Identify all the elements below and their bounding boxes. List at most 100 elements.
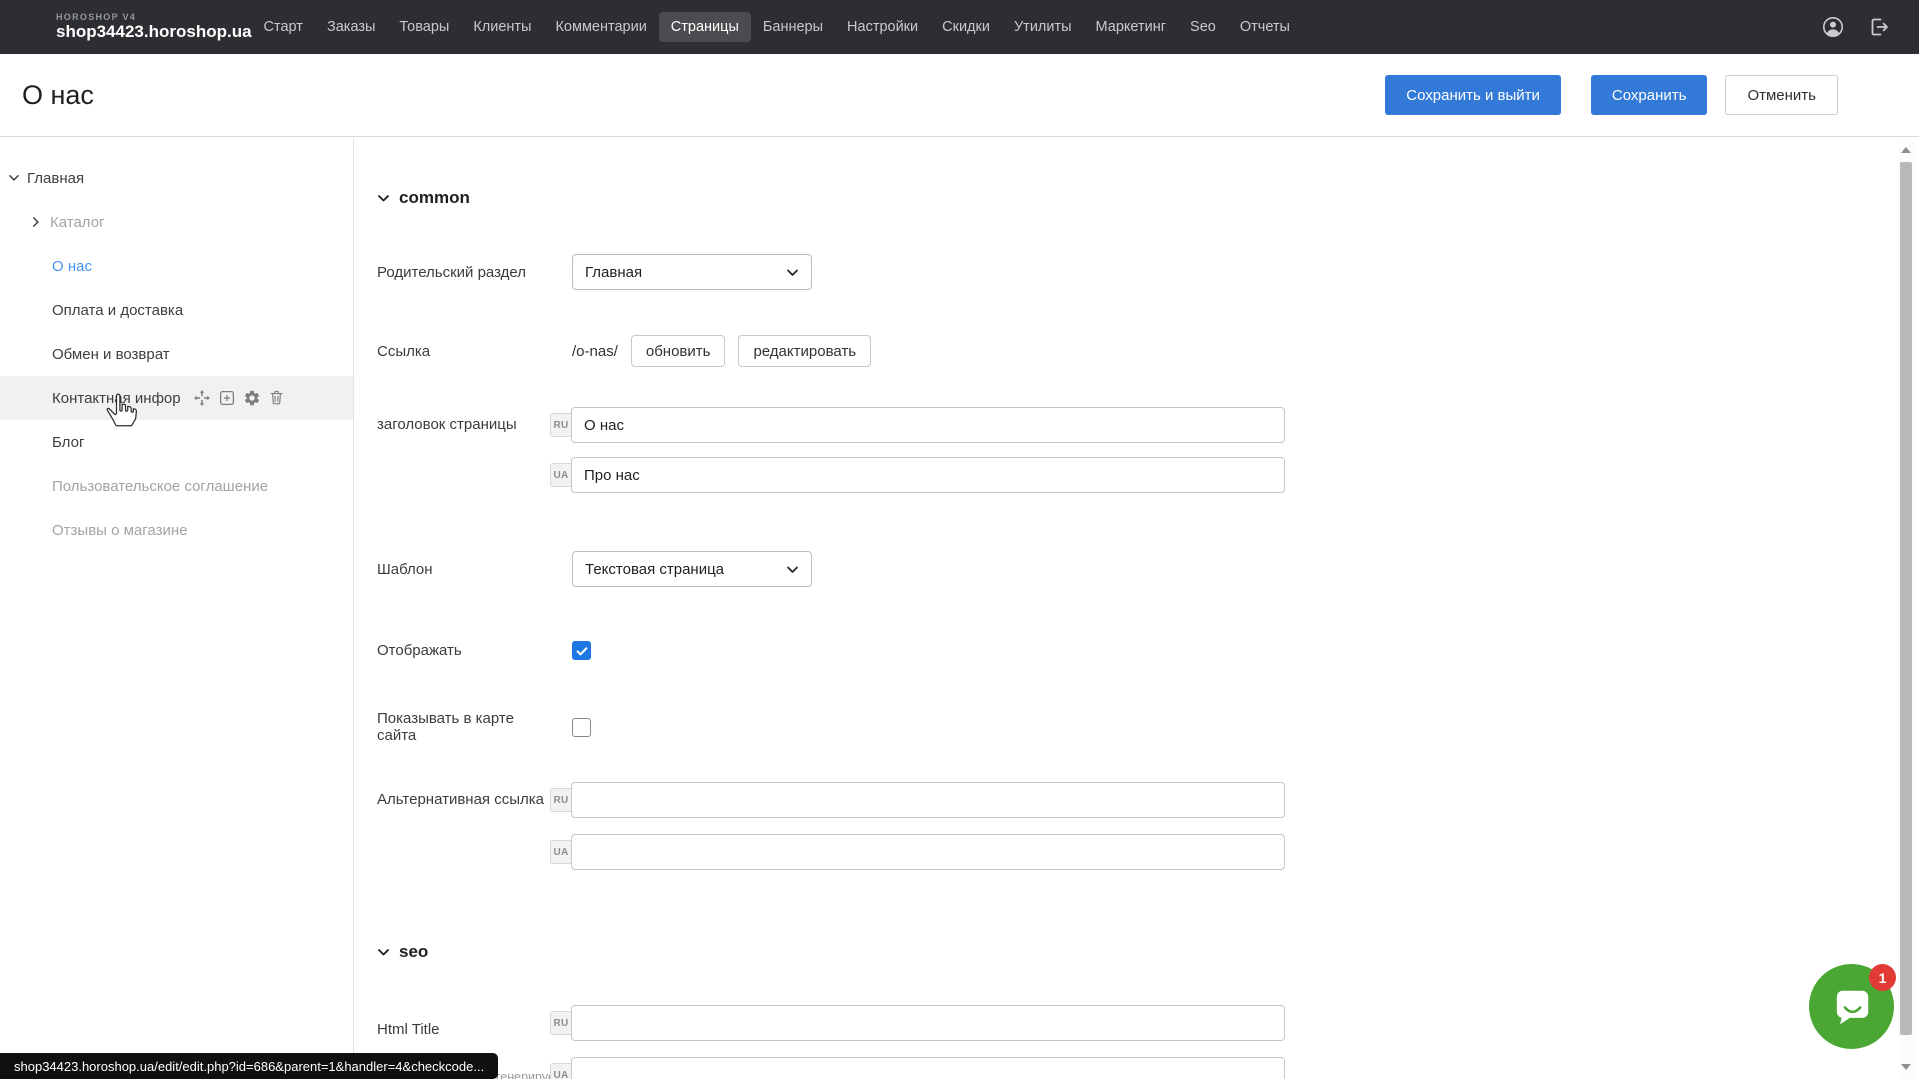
lang-ua-badge: UA [550, 1063, 571, 1079]
nav-clients[interactable]: Клиенты [461, 12, 543, 42]
html-title-ua-input[interactable] [571, 1057, 1285, 1079]
chevron-down-icon [786, 266, 799, 279]
sidebar-item-label: Оплата и доставка [52, 302, 183, 319]
link-path-value: /o-nas/ [572, 343, 618, 360]
sidebar-item-oplata-i-dostavka[interactable]: Оплата и доставка [0, 288, 353, 332]
link-refresh-button[interactable]: обновить [631, 335, 726, 367]
sidebar-item-label: Обмен и возврат [52, 346, 170, 363]
nav-reports[interactable]: Отчеты [1228, 12, 1302, 42]
html-title-ru-input[interactable] [571, 1005, 1285, 1041]
link-edit-button[interactable]: редактировать [738, 335, 871, 367]
scrollbar-thumb[interactable] [1900, 162, 1912, 1035]
display-checkbox[interactable] [572, 641, 591, 660]
status-url-bar: shop34423.horoshop.ua/edit/edit.php?id=6… [0, 1053, 498, 1079]
page-edit-form: common Родительский раздел Главная Ссылк… [354, 138, 1899, 1079]
save-button[interactable]: Сохранить [1591, 75, 1708, 115]
field-link: Ссылка /o-nas/ обновить редактировать [377, 335, 1899, 367]
select-value: Главная [585, 264, 642, 281]
input-line-ua: UA [550, 457, 1285, 493]
field-label: Html Title [377, 1012, 550, 1048]
sidebar-item-o-nas[interactable]: О нас [0, 244, 353, 288]
nav-pages[interactable]: Страницы [659, 12, 751, 42]
field-label: Альтернативная ссылка [377, 782, 550, 818]
chat-widget-button[interactable]: 1 [1809, 964, 1894, 1049]
sidebar-item-otzyvy-o-magazine[interactable]: Отзывы о магазине [0, 508, 353, 552]
chevron-down-icon[interactable] [377, 192, 390, 205]
sidebar-item-label: Каталог [50, 214, 105, 231]
brand: HOROSHOP V4 shop34423.horoshop.ua [0, 13, 252, 41]
field-page-title: заголовок страницы RU UA [377, 407, 1899, 493]
save-and-exit-button[interactable]: Сохранить и выйти [1385, 75, 1561, 115]
nav-orders[interactable]: Заказы [315, 12, 387, 42]
input-line-ru: RU [550, 407, 1285, 443]
logout-icon[interactable] [1867, 15, 1891, 39]
tree-row-actions [193, 389, 286, 407]
settings-icon[interactable] [243, 389, 261, 407]
field-template: Шаблон Текстовая страница [377, 551, 1899, 587]
nav-seo[interactable]: Seo [1178, 12, 1228, 42]
brand-domain: shop34423.horoshop.ua [56, 23, 252, 41]
field-label: Родительский раздел [377, 264, 550, 281]
section-common: common [377, 188, 1899, 208]
sidebar-item-label: Контактная инфор [52, 390, 181, 407]
field-label: Ссылка [377, 343, 550, 360]
topbar: HOROSHOP V4 shop34423.horoshop.ua Старт … [0, 0, 1919, 54]
nav-start[interactable]: Старт [252, 12, 315, 42]
nav-utilities[interactable]: Утилиты [1002, 12, 1084, 42]
nav-products[interactable]: Товары [387, 12, 461, 42]
nav-banners[interactable]: Баннеры [751, 12, 835, 42]
chevron-down-icon [786, 563, 799, 576]
page-title-ua-input[interactable] [571, 457, 1285, 493]
sitemap-checkbox[interactable] [572, 718, 591, 737]
nav-comments[interactable]: Комментарии [543, 12, 658, 42]
alt-link-ua-input[interactable] [571, 834, 1285, 870]
chevron-down-icon[interactable] [8, 172, 20, 184]
sidebar-item-polzovatelskoe-soglashenie[interactable]: Пользовательское соглашение [0, 464, 353, 508]
nav-settings[interactable]: Настройки [835, 12, 930, 42]
page-title-ru-input[interactable] [571, 407, 1285, 443]
field-label: Шаблон [377, 561, 550, 578]
select-value: Текстовая страница [585, 561, 724, 578]
field-sitemap: Показывать в карте сайта [377, 710, 1899, 744]
input-line-ua: UA [550, 1057, 1285, 1079]
lang-ua-badge: UA [550, 840, 571, 864]
alt-link-ru-input[interactable] [571, 782, 1285, 818]
sidebar-item-glavnaya[interactable]: Главная [0, 156, 353, 200]
sidebar-item-label: Отзывы о магазине [52, 522, 187, 539]
field-display: Отображать [377, 641, 1899, 660]
sidebar-item-blog[interactable]: Блог [0, 420, 353, 464]
sidebar-item-obmen-i-vozvrat[interactable]: Обмен и возврат [0, 332, 353, 376]
lang-ru-badge: RU [550, 413, 571, 437]
template-select[interactable]: Текстовая страница [572, 551, 812, 587]
inputs-column: RU UA [550, 1005, 1285, 1079]
sidebar-item-label: Блог [52, 434, 84, 451]
nav-discounts[interactable]: Скидки [930, 12, 1002, 42]
page-title: О нас [22, 80, 94, 111]
lang-ru-badge: RU [550, 1011, 571, 1035]
cancel-button[interactable]: Отменить [1725, 75, 1838, 115]
scroll-down-arrow-icon[interactable] [1901, 1064, 1911, 1070]
input-line-ru: RU [550, 782, 1285, 818]
field-html-title: Html Title Полная замена title, генериру… [377, 1005, 1899, 1079]
add-icon[interactable] [218, 389, 236, 407]
user-account-icon[interactable] [1821, 15, 1845, 39]
field-parent-section: Родительский раздел Главная [377, 254, 1899, 290]
scroll-up-arrow-icon[interactable] [1901, 147, 1911, 153]
delete-icon[interactable] [268, 389, 286, 407]
parent-section-select[interactable]: Главная [572, 254, 812, 290]
sidebar-item-label: О нас [52, 258, 92, 275]
section-common-title: common [399, 188, 470, 208]
scrollbar[interactable] [1898, 140, 1914, 1079]
brand-version: HOROSHOP V4 [56, 13, 252, 22]
nav-marketing[interactable]: Маркетинг [1084, 12, 1179, 42]
chevron-down-icon[interactable] [377, 946, 390, 959]
sidebar-item-katalog[interactable]: Каталог [0, 200, 353, 244]
move-icon[interactable] [193, 389, 211, 407]
topbar-right [1821, 15, 1919, 39]
field-label: заголовок страницы [377, 407, 550, 443]
sidebar-item-kontaktnaya-informatsiya[interactable]: Контактная инфор [0, 376, 353, 420]
section-seo-title: seo [399, 942, 428, 962]
chevron-right-icon[interactable] [30, 216, 42, 228]
input-line-ru: RU [550, 1005, 1285, 1041]
inputs-column: RU UA [550, 782, 1285, 870]
